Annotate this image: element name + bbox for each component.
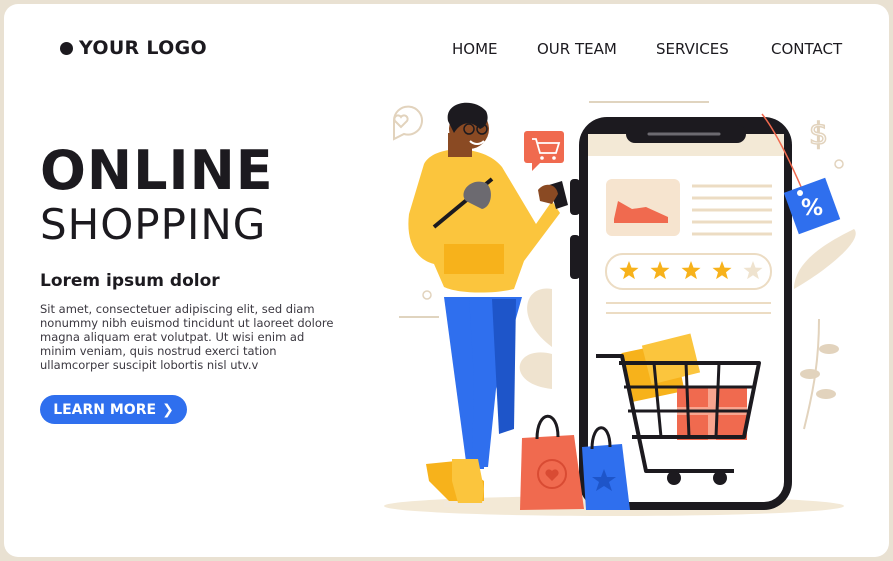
branch-decor (800, 318, 839, 430)
learn-more-button[interactable]: LEARN MORE ❯ (40, 395, 187, 424)
nav-our-team[interactable]: OUR TEAM (537, 40, 617, 58)
logo-dot-icon (60, 41, 73, 55)
hero-title-line1: ONLINE (40, 139, 274, 202)
dollar-icon: $ (809, 117, 828, 152)
logo[interactable]: YOUR LOGO (60, 37, 207, 59)
nav-contact[interactable]: CONTACT (771, 40, 842, 58)
online-shopping-illustration: $ % (384, 101, 856, 516)
nav-home[interactable]: HOME (452, 40, 498, 58)
nav-services[interactable]: SERVICES (656, 40, 729, 58)
hero-body-text: Sit amet, consectetuer adipiscing elit, … (40, 302, 334, 372)
decor-circle (422, 290, 432, 300)
logo-text: YOUR LOGO (79, 37, 207, 59)
leaf-decor (519, 352, 552, 389)
hero-title-line2: SHOPPING (40, 200, 267, 249)
cart-bubble-icon (524, 131, 564, 171)
hero-subheading: Lorem ipsum dolor (40, 271, 220, 291)
discount-tag-label: % (801, 196, 823, 221)
learn-more-label: LEARN MORE (53, 401, 157, 418)
landing-page: YOUR LOGO HOME OUR TEAM SERVICES CONTACT… (4, 4, 889, 557)
leaf-decor (527, 288, 552, 347)
heart-bubble-icon (392, 105, 423, 141)
chevron-right-icon: ❯ (162, 401, 174, 418)
decor-circle (834, 159, 844, 169)
leaf-decor (794, 229, 856, 289)
